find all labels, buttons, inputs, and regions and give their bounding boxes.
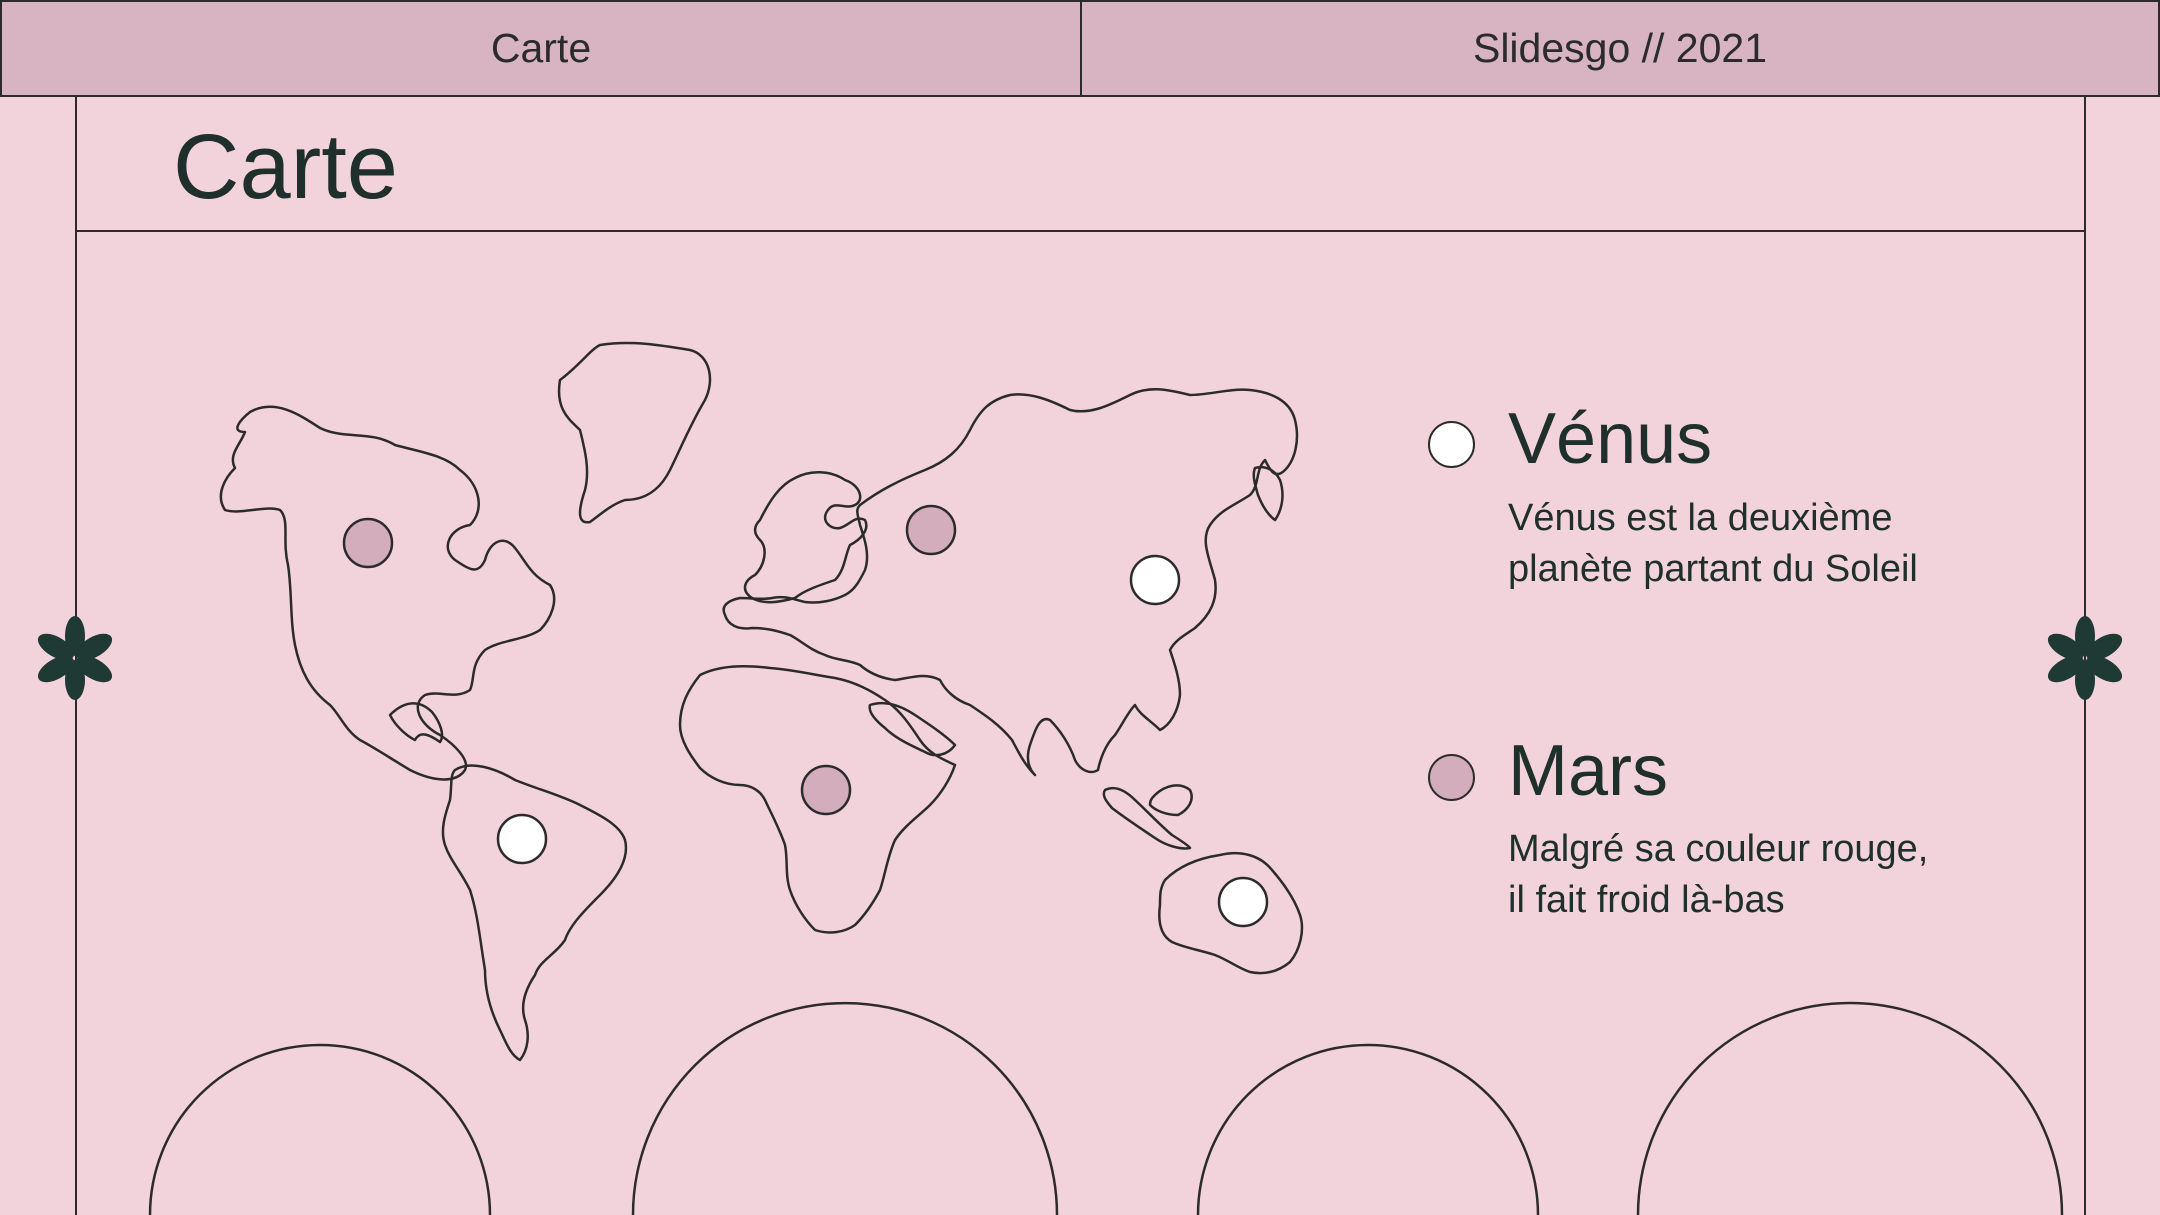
legend-marker-mars — [1428, 754, 1475, 801]
legend-marker-venus — [1428, 421, 1475, 468]
legend-text-venus-line2: planète partant du Soleil — [1508, 548, 1918, 590]
continent-australia — [1158, 851, 1304, 975]
decor-arc — [1636, 1001, 2064, 1215]
continent-north-america — [219, 405, 556, 781]
legend-text-mars-line1: Malgré sa couleur rouge, — [1508, 828, 1929, 870]
legend-title-venus: Vénus — [1508, 399, 1713, 479]
asterisk-icon — [2047, 616, 2123, 700]
continent-europe — [743, 471, 868, 604]
map-marker-europe — [905, 504, 957, 556]
legend-text-venus: Vénus est la deuxième planète partant du… — [1508, 493, 2068, 595]
header-cell-left: Carte — [0, 0, 1082, 97]
legend-title-mars: Mars — [1508, 731, 1668, 811]
title-divider — [75, 230, 2086, 232]
continent-africa — [678, 665, 957, 934]
continent-south-america — [441, 764, 628, 1062]
map-marker-asia — [1129, 554, 1181, 606]
legend-text-venus-line1: Vénus est la deuxième — [1508, 497, 1893, 539]
region-indonesia — [1102, 786, 1192, 850]
continent-greenland — [557, 341, 712, 524]
legend-text-mars: Malgré sa couleur rouge, il fait froid l… — [1508, 824, 2068, 926]
asterisk-icon — [37, 616, 113, 700]
map-marker-south-america — [496, 813, 548, 865]
header-left-label: Carte — [490, 25, 592, 71]
region-arabia — [868, 701, 957, 757]
region-borneo — [1148, 784, 1193, 817]
map-marker-australia — [1217, 876, 1269, 928]
map-marker-north-america — [342, 517, 394, 569]
decor-arc — [631, 1001, 1059, 1215]
map-marker-africa — [800, 764, 852, 816]
header-right-label: Slidesgo // 2021 — [1472, 25, 1768, 71]
great-lakes — [388, 702, 444, 744]
decor-arc — [1196, 1043, 1540, 1215]
page-title: Carte — [173, 116, 398, 218]
decor-arc — [148, 1043, 492, 1215]
region-japan — [1252, 465, 1284, 522]
legend-text-mars-line2: il fait froid là-bas — [1508, 879, 1785, 921]
continent-asia — [722, 388, 1299, 777]
header-cell-right: Slidesgo // 2021 — [1080, 0, 2160, 97]
